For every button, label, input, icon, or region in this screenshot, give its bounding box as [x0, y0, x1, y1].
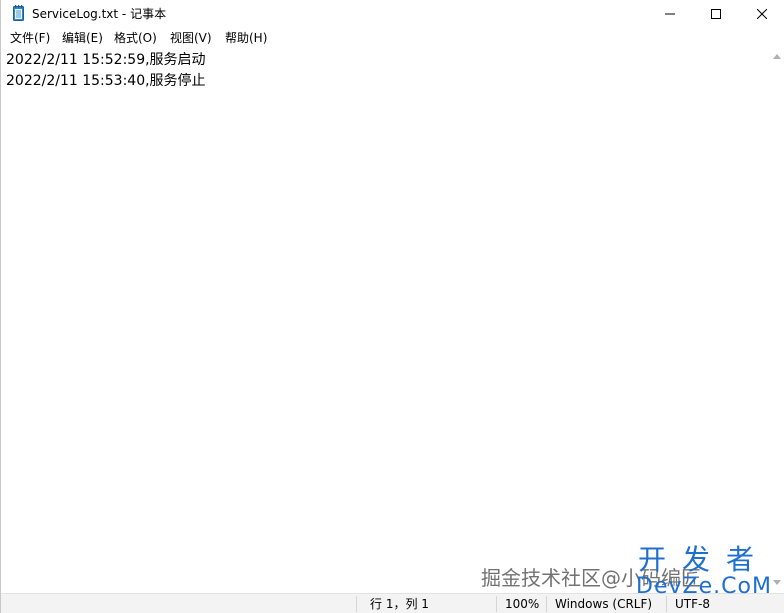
title-bar[interactable]: ServiceLog.txt - 记事本: [1, 0, 784, 28]
minimize-icon: [665, 13, 675, 15]
window-title: ServiceLog.txt - 记事本: [32, 7, 167, 21]
text-editor[interactable]: 2022/2/11 15:52:59,服务启动 2022/2/11 15:53:…: [2, 48, 768, 593]
minimize-button[interactable]: [647, 0, 693, 28]
watermark-logo: 开发者 DevZe.CoM: [629, 545, 779, 599]
close-button[interactable]: [739, 0, 784, 28]
status-line-ending: Windows (CRLF): [555, 597, 653, 611]
close-icon: [757, 9, 767, 19]
maximize-icon: [711, 9, 721, 19]
status-zoom[interactable]: 100%: [505, 597, 539, 611]
watermark-logo-top: 开发者: [637, 543, 770, 576]
status-separator: [546, 596, 547, 612]
menu-format[interactable]: 格式(O): [114, 31, 157, 45]
text-line: 2022/2/11 15:53:40,服务停止: [6, 73, 206, 89]
notepad-window: ServiceLog.txt - 记事本 文件(F) 编辑(E) 格式(O) 视…: [0, 0, 784, 613]
menu-file[interactable]: 文件(F): [10, 31, 50, 45]
menu-edit[interactable]: 编辑(E): [62, 31, 103, 45]
menu-help[interactable]: 帮助(H): [225, 31, 267, 45]
menu-bar: 文件(F) 编辑(E) 格式(O) 视图(V) 帮助(H): [1, 28, 784, 48]
scroll-up-arrow-icon[interactable]: [773, 54, 781, 59]
notepad-icon: [13, 5, 24, 21]
status-encoding: UTF-8: [675, 597, 710, 611]
text-line: 2022/2/11 15:52:59,服务启动: [6, 52, 206, 68]
status-separator: [356, 596, 357, 612]
status-position: 行 1，列 1: [370, 597, 429, 611]
maximize-button[interactable]: [693, 0, 739, 28]
watermark-logo-bottom: DevZe.CoM: [636, 574, 772, 599]
status-separator: [496, 596, 497, 612]
menu-view[interactable]: 视图(V): [170, 31, 212, 45]
vertical-scrollbar[interactable]: [769, 48, 784, 593]
